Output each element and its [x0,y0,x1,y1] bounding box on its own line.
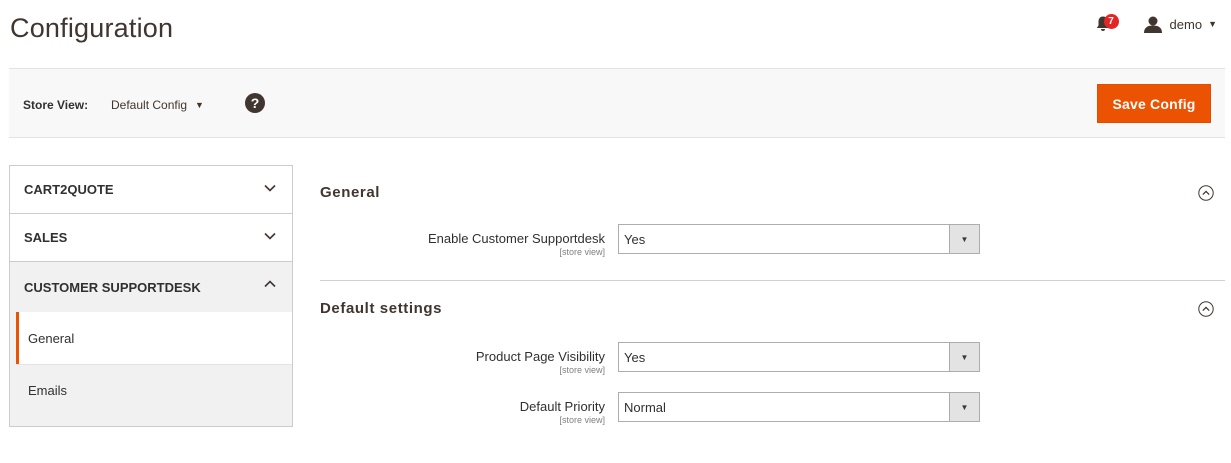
default-priority-select[interactable]: Normal ▼ [618,392,980,422]
section-divider [320,280,1225,281]
store-view-switcher[interactable]: Default Config ▼ [111,98,204,112]
dropdown-arrow-icon: ▼ [949,225,979,253]
field-default-priority: Default Priority [store view] Normal ▼ [320,386,1225,436]
caret-down-icon: ▼ [1208,19,1217,29]
sidebar-item-general[interactable]: General [16,312,292,364]
select-value: Yes [624,231,646,247]
sidebar-tab-sales[interactable]: SALES [10,214,292,262]
field-enable-customer-supportdesk: Enable Customer Supportdesk [store view]… [320,218,1225,268]
chevron-down-icon [264,184,276,192]
field-label: Default Priority [store view] [519,399,605,425]
store-view-value: Default Config [111,98,188,112]
user-icon [1143,16,1162,33]
page-title: Configuration [10,13,174,43]
store-view-toolbar: Store View: Default Config ▼ ? Save Conf… [9,68,1225,138]
notifications-button[interactable]: 7 [1094,13,1119,35]
sidebar-tab-customer-supportdesk[interactable]: CUSTOMER SUPPORTDESK [10,262,292,312]
section-general-header[interactable]: General [320,166,1225,218]
scope-label: [store view] [559,247,605,257]
dropdown-arrow-icon: ▼ [949,343,979,371]
scope-label: [store view] [559,415,605,425]
sidebar-subnav: General Emails [10,312,292,426]
scope-label: [store view] [559,365,605,375]
notifications-count-badge: 7 [1103,14,1119,29]
select-value: Normal [624,399,666,415]
field-product-page-visibility: Product Page Visibility [store view] Yes… [320,336,1225,386]
section-title: Default settings [320,299,443,317]
sidebar-tab-label: CUSTOMER SUPPORTDESK [24,279,201,295]
circle-chevron-up-icon [1198,301,1214,317]
chevron-down-icon [264,232,276,240]
field-label: Enable Customer Supportdesk [store view] [427,231,605,257]
sidebar-tab-label: CART2QUOTE [24,182,114,197]
config-content: General Enable Customer Supportdesk [sto… [320,166,1225,436]
header-actions: 7 demo ▼ [1094,12,1217,36]
caret-down-icon: ▼ [195,100,204,110]
circle-chevron-up-icon [1198,185,1214,201]
sidebar-tab-cart2quote[interactable]: CART2QUOTE [10,166,292,214]
section-title: General [320,183,381,201]
help-icon[interactable]: ? [245,93,265,113]
sidebar-tab-label: SALES [24,230,68,245]
dropdown-arrow-icon: ▼ [949,393,979,421]
sidebar-item-emails[interactable]: Emails [16,364,292,416]
product-page-visibility-select[interactable]: Yes ▼ [618,342,980,372]
select-value: Yes [624,349,646,365]
enable-customer-supportdesk-select[interactable]: Yes ▼ [618,224,980,254]
user-menu[interactable]: demo ▼ [1143,16,1217,33]
save-config-button[interactable]: Save Config [1097,84,1211,123]
chevron-up-icon [264,280,276,288]
field-label: Product Page Visibility [store view] [475,349,605,375]
store-view-label: Store View: [23,98,89,112]
config-sidebar: CART2QUOTE SALES CUSTOMER SUPPORTDESK Ge… [9,165,293,427]
user-name: demo [1169,16,1203,32]
section-default-settings-header[interactable]: Default settings [320,282,1225,334]
